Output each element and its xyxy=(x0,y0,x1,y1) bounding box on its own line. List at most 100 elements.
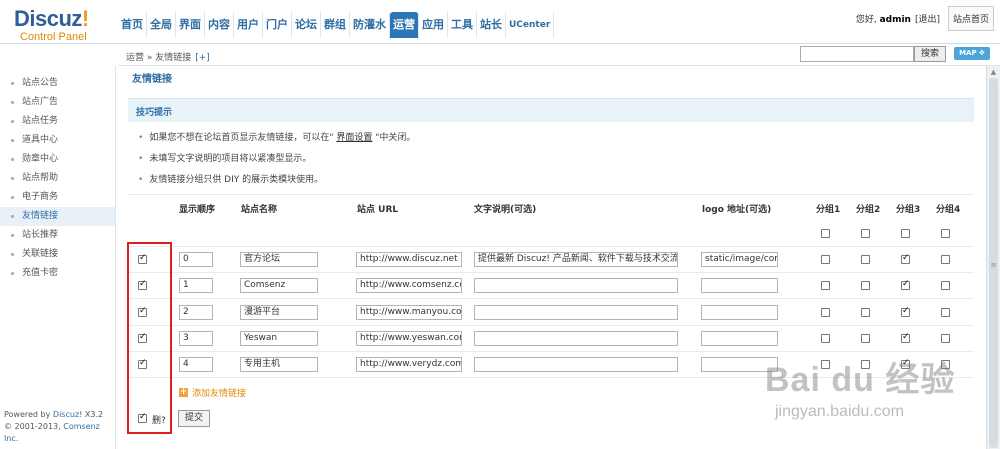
order-input[interactable]: 4 xyxy=(179,357,213,372)
watermark-sub: jingyan.baidu.com xyxy=(775,403,904,420)
group4-checkbox[interactable] xyxy=(941,334,950,343)
description-input[interactable] xyxy=(474,357,678,372)
col-desc: 文字说明(可选) xyxy=(474,205,537,215)
top-nav: 首页 全局 界面 内容 用户 门户 论坛 群组 防灌水 运营 应用 工具 站长 … xyxy=(118,12,555,38)
site-name-input[interactable]: Yeswan xyxy=(240,331,318,346)
submit-button[interactable]: 提交 xyxy=(178,410,210,427)
site-url-input[interactable]: http://www.comsenz.com xyxy=(356,278,462,293)
nav-item-group[interactable]: 群组 xyxy=(321,12,350,38)
order-input[interactable]: 3 xyxy=(179,331,213,346)
divider xyxy=(128,298,974,299)
group3-all-checkbox[interactable] xyxy=(901,229,910,238)
sidebar-item-ecommerce[interactable]: 电子商务 xyxy=(0,188,115,207)
sub-bar: 运营 » 友情链接 [+] 搜索 MAP ✥ xyxy=(118,44,1000,66)
order-input[interactable]: 1 xyxy=(179,278,213,293)
tip-2: 未填写文字说明的项目将以紧凑型显示。 xyxy=(138,151,311,164)
col-group1: 分组1 xyxy=(816,205,841,215)
site-url-input[interactable]: http://www.discuz.net xyxy=(356,252,462,267)
description-input[interactable]: 提供最新 Discuz! 产品新闻、软件下载与技术交流 xyxy=(474,252,678,267)
sidebar-item-ads[interactable]: 站点广告 xyxy=(0,93,115,112)
logo[interactable]: Discuz! Control Panel xyxy=(14,6,124,44)
nav-item-founder[interactable]: 站长 xyxy=(477,12,506,38)
description-input[interactable] xyxy=(474,305,678,320)
logo-subtitle: Control Panel xyxy=(20,31,87,43)
nav-item-tools[interactable]: 工具 xyxy=(448,12,477,38)
logo-bang: ! xyxy=(81,6,89,31)
group2-checkbox[interactable] xyxy=(861,334,870,343)
group2-checkbox[interactable] xyxy=(861,281,870,290)
product-link[interactable]: Discuz! xyxy=(53,410,82,419)
nav-item-style[interactable]: 界面 xyxy=(176,12,205,38)
description-input[interactable] xyxy=(474,331,678,346)
site-name-input[interactable]: 专用主机 xyxy=(240,357,318,372)
logo-url-input[interactable] xyxy=(701,278,778,293)
nav-item-content[interactable]: 内容 xyxy=(205,12,234,38)
sidebar-item-relatedlinks[interactable]: 关联链接 xyxy=(0,245,115,264)
group3-checkbox[interactable] xyxy=(901,306,910,317)
col-name: 站点名称 xyxy=(241,205,278,215)
nav-item-operation[interactable]: 运营 xyxy=(390,12,419,38)
nav-item-portal[interactable]: 门户 xyxy=(263,12,292,38)
group1-checkbox[interactable] xyxy=(821,334,830,343)
nav-item-forum[interactable]: 论坛 xyxy=(292,12,321,38)
order-input[interactable]: 2 xyxy=(179,305,213,320)
logo-url-input[interactable] xyxy=(701,305,778,320)
group1-all-checkbox[interactable] xyxy=(821,229,830,238)
scroll-up-icon[interactable]: ▲ xyxy=(989,68,998,76)
sidebar-item-help[interactable]: 站点帮助 xyxy=(0,169,115,188)
sidebar-item-recommend[interactable]: 站长推荐 xyxy=(0,226,115,245)
group4-checkbox[interactable] xyxy=(941,281,950,290)
site-url-input[interactable]: http://www.yeswan.com xyxy=(356,331,462,346)
interface-settings-link[interactable]: 界面设置 xyxy=(336,133,372,143)
site-url-input[interactable]: http://www.verydz.com xyxy=(356,357,462,372)
add-shortcut-link[interactable]: [+] xyxy=(195,53,210,63)
sidebar-item-cardkeys[interactable]: 充值卡密 xyxy=(0,264,115,283)
logo-text: Discuz xyxy=(14,6,82,31)
site-url-input[interactable]: http://www.manyou.com xyxy=(356,305,462,320)
group2-all-checkbox[interactable] xyxy=(861,229,870,238)
search-input[interactable] xyxy=(800,46,914,62)
group4-checkbox[interactable] xyxy=(941,308,950,317)
group1-checkbox[interactable] xyxy=(821,281,830,290)
group3-checkbox[interactable] xyxy=(901,279,910,290)
group2-checkbox[interactable] xyxy=(861,308,870,317)
description-input[interactable] xyxy=(474,278,678,293)
highlight-box xyxy=(127,242,172,434)
nav-item-global[interactable]: 全局 xyxy=(147,12,176,38)
nav-item-apps[interactable]: 应用 xyxy=(419,12,448,38)
group4-all-checkbox[interactable] xyxy=(941,229,950,238)
group3-checkbox[interactable] xyxy=(901,332,910,343)
search-button[interactable]: 搜索 xyxy=(914,46,946,62)
logo-url-input[interactable] xyxy=(701,331,778,346)
site-name-input[interactable]: 官方论坛 xyxy=(240,252,318,267)
col-url: 站点 URL xyxy=(357,205,399,215)
nav-item-home[interactable]: 首页 xyxy=(118,12,147,38)
nav-item-antispam[interactable]: 防灌水 xyxy=(350,12,390,38)
add-friendlink-button[interactable]: + 添加友情链接 xyxy=(179,386,246,399)
divider xyxy=(128,325,974,326)
sidebar-item-medals[interactable]: 勋章中心 xyxy=(0,150,115,169)
nav-item-ucenter[interactable]: UCenter xyxy=(506,12,555,38)
tips-title: 技巧提示 xyxy=(136,108,173,118)
group2-checkbox[interactable] xyxy=(861,255,870,264)
site-name-input[interactable]: 漫游平台 xyxy=(240,305,318,320)
sidebar-item-tasks[interactable]: 站点任务 xyxy=(0,112,115,131)
breadcrumb: 运营 » 友情链接 [+] xyxy=(126,53,210,63)
map-button[interactable]: MAP ✥ xyxy=(954,47,990,60)
tip-3: 友情链接分组只供 DIY 的展示类模块使用。 xyxy=(138,172,323,185)
group4-checkbox[interactable] xyxy=(941,255,950,264)
group3-checkbox[interactable] xyxy=(901,253,910,264)
group1-checkbox[interactable] xyxy=(821,255,830,264)
group1-checkbox[interactable] xyxy=(821,308,830,317)
sidebar: 站点公告 站点广告 站点任务 道具中心 勋章中心 站点帮助 电子商务 友情链接 … xyxy=(0,66,116,449)
sidebar-item-friendlinks[interactable]: 友情链接 xyxy=(0,207,115,226)
site-name-input[interactable]: Comsenz xyxy=(240,278,318,293)
nav-item-user[interactable]: 用户 xyxy=(234,12,263,38)
divider xyxy=(128,272,974,273)
logout-link[interactable]: [退出] xyxy=(915,12,940,25)
sidebar-item-announcement[interactable]: 站点公告 xyxy=(0,74,115,93)
order-input[interactable]: 0 xyxy=(179,252,213,267)
logo-url-input[interactable]: static/image/common/logo_88_31.gif xyxy=(701,252,778,267)
site-home-button[interactable]: 站点首页 xyxy=(947,6,994,31)
sidebar-item-magic[interactable]: 道具中心 xyxy=(0,131,115,150)
